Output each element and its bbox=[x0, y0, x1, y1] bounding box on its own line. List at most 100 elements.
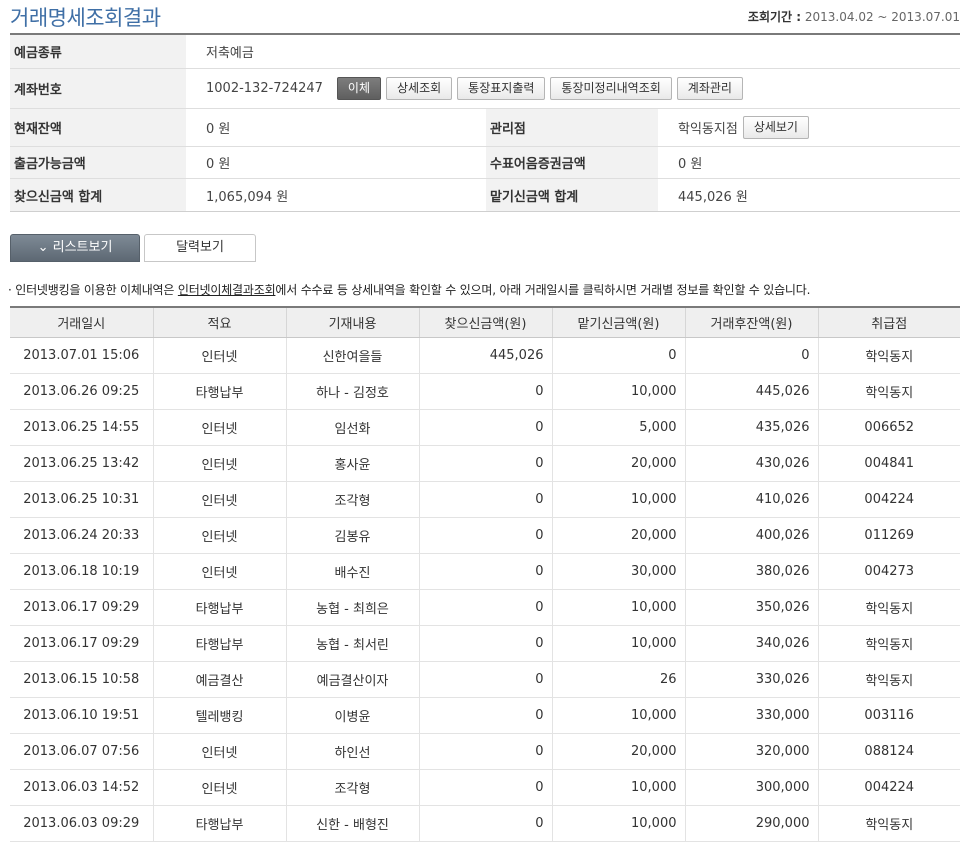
handling-branch: 004841 bbox=[818, 445, 960, 482]
transaction-memo: 하인선 bbox=[286, 733, 420, 770]
balance-after: 290,000 bbox=[685, 805, 819, 842]
table-row[interactable]: 2013.07.01 15:06 인터넷 신한여을들 445,026 0 0 학익동지 bbox=[10, 337, 960, 374]
deposit-type-label: 예금종류 bbox=[10, 35, 186, 68]
balance-value: 0 원 bbox=[206, 122, 231, 137]
table-row[interactable]: 2013.06.17 09:29 타행납부 농협 - 최희은 0 10,000 350,0… bbox=[10, 589, 960, 626]
page-title: 거래명세조회결과 bbox=[10, 6, 161, 30]
tab-calendar-view[interactable]: 달력보기 bbox=[144, 234, 256, 262]
transaction-summary: 인터넷 bbox=[153, 769, 287, 806]
table-row[interactable]: 2013.06.10 19:51 텔레뱅킹 이병윤 0 10,000 330,000 003… bbox=[10, 697, 960, 734]
transaction-memo: 이병윤 bbox=[286, 697, 420, 734]
handling-branch: 004224 bbox=[818, 481, 960, 518]
period-value: 2013.04.02 ~ 2013.07.01 bbox=[804, 10, 960, 24]
transaction-datetime[interactable]: 2013.06.15 10:58 bbox=[10, 661, 154, 698]
passbook-print-button[interactable]: 통장표지출력 bbox=[457, 77, 546, 100]
transaction-datetime[interactable]: 2013.06.25 13:42 bbox=[10, 445, 154, 482]
transaction-datetime[interactable]: 2013.06.10 19:51 bbox=[10, 697, 154, 734]
transaction-datetime[interactable]: 2013.06.07 07:56 bbox=[10, 733, 154, 770]
transaction-datetime[interactable]: 2013.06.17 09:29 bbox=[10, 589, 154, 626]
balance-after: 320,000 bbox=[685, 733, 819, 770]
transaction-summary: 타행납부 bbox=[153, 805, 287, 842]
table-row[interactable]: 2013.06.17 09:29 타행납부 농협 - 최서린 0 10,000 340,0… bbox=[10, 625, 960, 662]
view-tabs: ⌄ 리스트보기 달력보기 bbox=[10, 234, 960, 262]
transaction-datetime[interactable]: 2013.06.18 10:19 bbox=[10, 553, 154, 590]
transaction-datetime[interactable]: 2013.06.25 10:31 bbox=[10, 481, 154, 518]
transaction-datetime[interactable]: 2013.06.17 09:29 bbox=[10, 625, 154, 662]
transaction-summary: 인터넷 bbox=[153, 733, 287, 770]
deposit-amount: 5,000 bbox=[552, 409, 686, 446]
branch-detail-button[interactable]: 상세보기 bbox=[742, 116, 809, 139]
balance-after: 330,026 bbox=[685, 661, 819, 698]
deposit-amount: 20,000 bbox=[552, 445, 686, 482]
handling-branch: 006652 bbox=[818, 409, 960, 446]
withdraw-amount: 0 bbox=[419, 589, 553, 626]
handling-branch: 학익동지 bbox=[818, 805, 960, 842]
transfer-button[interactable]: 이체 bbox=[336, 77, 381, 100]
check-amount-value: 0 원 bbox=[678, 157, 703, 172]
notice-after: 에서 수수료 등 상세내역을 확인할 수 있으며, 아래 거래일시를 클릭하시면… bbox=[275, 283, 811, 297]
table-row[interactable]: 2013.06.26 09:25 타행납부 하나 - 김정호 0 10,000 445,0… bbox=[10, 373, 960, 410]
transaction-memo: 임선화 bbox=[286, 409, 420, 446]
transaction-datetime[interactable]: 2013.07.01 15:06 bbox=[10, 337, 154, 374]
transaction-memo: 조각형 bbox=[286, 769, 420, 806]
transaction-summary: 타행납부 bbox=[153, 589, 287, 626]
handling-branch: 학익동지 bbox=[818, 337, 960, 374]
deposit-amount: 0 bbox=[552, 337, 686, 374]
table-row[interactable]: 2013.06.15 10:58 예금결산 예금결산이자 0 26 330,026 학익동지 bbox=[10, 661, 960, 698]
balance-after: 340,026 bbox=[685, 625, 819, 662]
table-row[interactable]: 2013.06.18 10:19 인터넷 배수진 0 30,000 380,026 0042… bbox=[10, 553, 960, 590]
transaction-memo: 배수진 bbox=[286, 553, 420, 590]
transaction-summary: 인터넷 bbox=[153, 445, 287, 482]
table-row[interactable]: 2013.06.03 09:29 타행납부 신한 - 배형진 0 10,000 290,0… bbox=[10, 805, 960, 842]
withdraw-amount: 0 bbox=[419, 661, 553, 698]
deposit-amount: 10,000 bbox=[552, 589, 686, 626]
balance-after: 0 bbox=[685, 337, 819, 374]
bullet-icon: · bbox=[8, 283, 12, 297]
table-row[interactable]: 2013.06.07 07:56 인터넷 하인선 0 20,000 320,000 0881… bbox=[10, 733, 960, 770]
table-row[interactable]: 2013.06.25 13:42 인터넷 홍사윤 0 20,000 430,026 0048… bbox=[10, 445, 960, 482]
transaction-datetime[interactable]: 2013.06.03 14:52 bbox=[10, 769, 154, 806]
detail-inquiry-button[interactable]: 상세조회 bbox=[386, 77, 453, 100]
deposit-total-value: 445,026 원 bbox=[678, 189, 748, 205]
chevron-down-icon: ⌄ bbox=[37, 240, 49, 255]
withdraw-amount: 0 bbox=[419, 445, 553, 482]
column-header: 맡기신금액(원) bbox=[552, 306, 686, 338]
transaction-memo: 예금결산이자 bbox=[286, 661, 420, 698]
transaction-datetime[interactable]: 2013.06.25 14:55 bbox=[10, 409, 154, 446]
query-period: 조회기간 : 2013.04.02 ~ 2013.07.01 bbox=[748, 8, 960, 25]
transfer-result-link[interactable]: 인터넷이체결과조회 bbox=[178, 283, 276, 297]
handling-branch: 011269 bbox=[818, 517, 960, 554]
withdraw-amount: 0 bbox=[419, 697, 553, 734]
balance-after: 380,026 bbox=[685, 553, 819, 590]
info-row-account: 계좌번호 1002-132-724247 이체 상세조회 통장표지출력 통장미정… bbox=[10, 69, 960, 109]
transaction-datetime[interactable]: 2013.06.26 09:25 bbox=[10, 373, 154, 410]
info-row-deposit-type: 예금종류 저축예금 bbox=[10, 35, 960, 69]
unsettled-inquiry-button[interactable]: 통장미정리내역조회 bbox=[550, 77, 672, 100]
withdraw-amount: 445,026 bbox=[419, 337, 553, 374]
table-row[interactable]: 2013.06.25 14:55 인터넷 임선화 0 5,000 435,026 00665… bbox=[10, 409, 960, 446]
column-header: 기재내용 bbox=[286, 306, 420, 338]
handling-branch: 학익동지 bbox=[818, 589, 960, 626]
transaction-memo: 조각형 bbox=[286, 481, 420, 518]
deposit-amount: 10,000 bbox=[552, 373, 686, 410]
handling-branch: 003116 bbox=[818, 697, 960, 734]
transaction-datetime[interactable]: 2013.06.24 20:33 bbox=[10, 517, 154, 554]
deposit-amount: 10,000 bbox=[552, 625, 686, 662]
branch-label: 관리점 bbox=[486, 109, 658, 146]
notice-text: · 인터넷뱅킹을 이용한 이체내역은 인터넷이체결과조회에서 수수료 등 상세내… bbox=[8, 281, 810, 298]
deposit-amount: 10,000 bbox=[552, 697, 686, 734]
transaction-summary: 텔레뱅킹 bbox=[153, 697, 287, 734]
table-header-row: 거래일시 적요 기재내용 찾으신금액(원) 맡기신금액(원) 거래후잔액(원) … bbox=[10, 306, 960, 338]
account-manage-button[interactable]: 계좌관리 bbox=[676, 77, 743, 100]
balance-after: 410,026 bbox=[685, 481, 819, 518]
handling-branch: 088124 bbox=[818, 733, 960, 770]
transaction-datetime[interactable]: 2013.06.03 09:29 bbox=[10, 805, 154, 842]
handling-branch: 004273 bbox=[818, 553, 960, 590]
table-row[interactable]: 2013.06.25 10:31 인터넷 조각형 0 10,000 410,026 0042… bbox=[10, 481, 960, 518]
table-row[interactable]: 2013.06.24 20:33 인터넷 김봉유 0 20,000 400,026 0112… bbox=[10, 517, 960, 554]
tab-list-view[interactable]: ⌄ 리스트보기 bbox=[10, 234, 140, 262]
table-row[interactable]: 2013.06.03 14:52 인터넷 조각형 0 10,000 300,000 0042… bbox=[10, 769, 960, 806]
transaction-memo: 김봉유 bbox=[286, 517, 420, 554]
transaction-summary: 인터넷 bbox=[153, 481, 287, 518]
transaction-summary: 인터넷 bbox=[153, 337, 287, 374]
